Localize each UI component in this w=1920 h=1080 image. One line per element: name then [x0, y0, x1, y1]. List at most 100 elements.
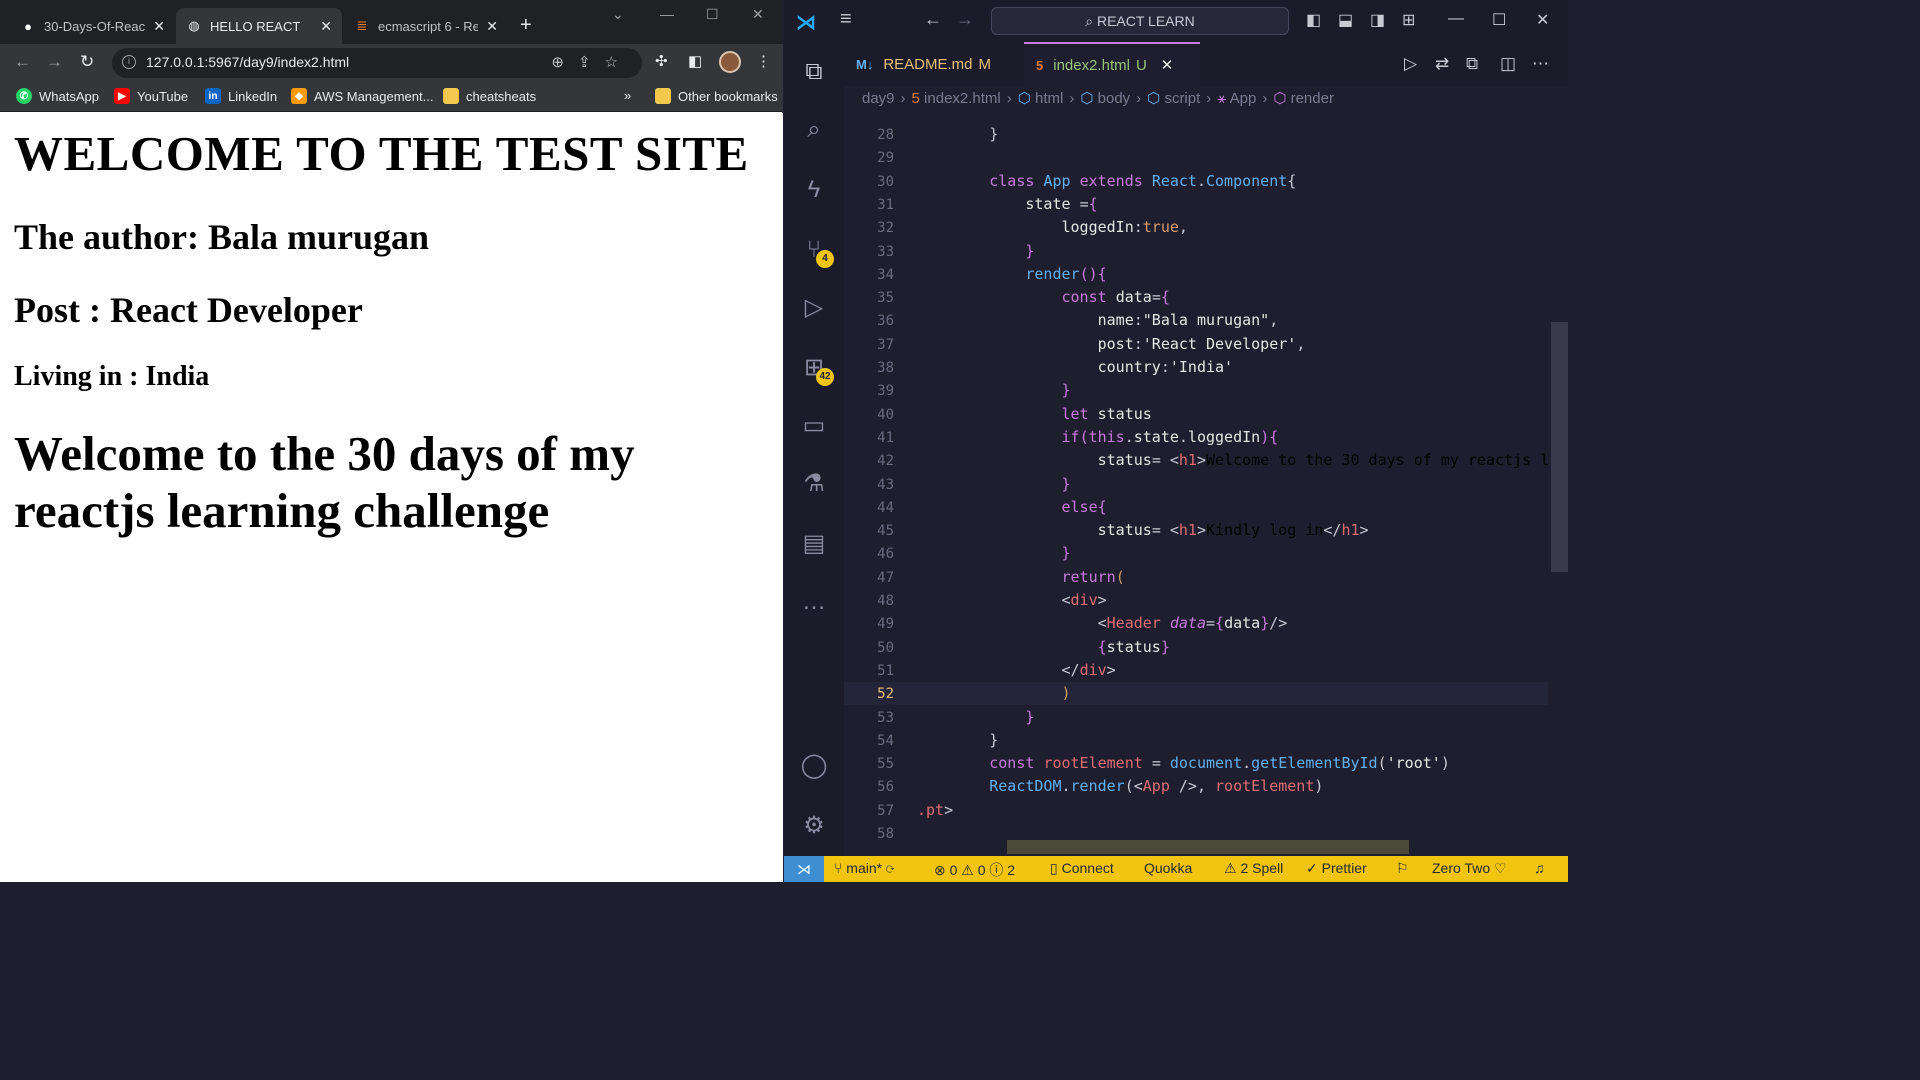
- code-line[interactable]: 34 render(){: [844, 263, 1548, 286]
- code-line[interactable]: 56 ReactDOM.render(<App />, rootElement): [844, 775, 1548, 798]
- toggle-secondary-sidebar-icon[interactable]: ◨: [1370, 10, 1385, 30]
- more-views-icon[interactable]: …: [798, 586, 830, 618]
- breadcrumb-item[interactable]: body: [1098, 90, 1131, 107]
- explorer-icon[interactable]: ⧉: [798, 56, 830, 88]
- breadcrumb-item[interactable]: render: [1291, 90, 1334, 107]
- breadcrumb-item[interactable]: day9: [862, 90, 895, 107]
- code-line[interactable]: 52 ): [844, 682, 1548, 706]
- browser-tab-hello-react[interactable]: ◍ HELLO REACT ✕: [176, 8, 342, 44]
- tab-search-chevron-icon[interactable]: ⌄: [612, 6, 624, 23]
- run-icon[interactable]: ▷: [1404, 54, 1417, 74]
- tab-index2-html[interactable]: 5 index2.html U ✕: [1024, 42, 1200, 86]
- breadcrumb-item[interactable]: html: [1035, 90, 1063, 107]
- theme-status[interactable]: Zero Two ♡: [1432, 860, 1507, 877]
- accounts-icon[interactable]: ◯: [798, 750, 830, 782]
- close-tab-icon[interactable]: ✕: [1161, 56, 1174, 74]
- address-bar[interactable]: i 127.0.0.1:5967/day9/index2.html ⊕⇪☆: [112, 48, 642, 78]
- code-line[interactable]: 46 }: [844, 542, 1548, 565]
- toggle-panel-icon[interactable]: ⬓: [1338, 10, 1353, 30]
- compare-changes-icon[interactable]: ⇄: [1435, 54, 1449, 74]
- zoom-icon[interactable]: ⊕: [551, 54, 578, 71]
- split-editor-icon[interactable]: ◫: [1500, 54, 1516, 74]
- vertical-scrollbar[interactable]: [1551, 322, 1568, 572]
- code-line[interactable]: 32 loggedIn:true,: [844, 216, 1548, 239]
- close-window-icon[interactable]: ✕: [752, 6, 764, 23]
- spell-status[interactable]: ⚠ 2 Spell: [1224, 860, 1283, 877]
- new-tab-plus-icon[interactable]: +: [520, 14, 532, 37]
- breadcrumb-item[interactable]: App: [1230, 90, 1257, 107]
- browser-tab-github[interactable]: ● 30-Days-Of-React/ ✕: [10, 8, 175, 44]
- prettier-status[interactable]: ✓ Prettier: [1306, 860, 1367, 877]
- code-line[interactable]: 31 state ={: [844, 193, 1548, 216]
- bookmark-aws[interactable]: ◆ AWS Management...: [291, 88, 433, 104]
- code-line[interactable]: 40 let status: [844, 403, 1548, 426]
- close-tab-icon[interactable]: ✕: [486, 18, 498, 35]
- open-preview-icon[interactable]: ⧉: [1466, 54, 1478, 74]
- tab-readme[interactable]: M↓ README.md M: [844, 42, 1024, 86]
- more-actions-icon[interactable]: ⋯: [1532, 54, 1549, 74]
- code-line[interactable]: 45 status= <h1>Kindly log in</h1>: [844, 519, 1548, 542]
- run-debug-icon[interactable]: ▷: [798, 292, 830, 324]
- profile-avatar[interactable]: [719, 51, 741, 73]
- code-line[interactable]: 35 const data={: [844, 286, 1548, 309]
- source-control-icon[interactable]: ⑂ 4: [798, 234, 834, 268]
- code-editor[interactable]: 28 } 29 30 class App extends React.Compone…: [844, 112, 1548, 856]
- bookmark-cheatsheats[interactable]: cheatsheats: [443, 88, 536, 104]
- extensions-puzzle-icon[interactable]: ✣: [655, 52, 668, 70]
- bookmark-star-icon[interactable]: ☆: [605, 54, 632, 71]
- lightning-icon[interactable]: ϟ: [798, 174, 830, 206]
- forward-arrow-icon[interactable]: →: [46, 52, 63, 72]
- testing-flask-icon[interactable]: ⚗: [798, 468, 830, 500]
- code-line[interactable]: 38 country:'India': [844, 356, 1548, 379]
- code-line[interactable]: 28 }: [844, 123, 1548, 146]
- minimize-icon[interactable]: —: [660, 6, 674, 22]
- code-line[interactable]: 39 }: [844, 379, 1548, 402]
- back-arrow-icon[interactable]: ←: [924, 9, 942, 30]
- horizontal-scrollbar[interactable]: [1007, 840, 1409, 854]
- code-line[interactable]: 49 <Header data={data}/>: [844, 612, 1548, 635]
- code-line[interactable]: 36 name:"Bala murugan",: [844, 309, 1548, 332]
- close-tab-icon[interactable]: ✕: [153, 18, 165, 35]
- customize-layout-icon[interactable]: ⊞: [1402, 10, 1415, 30]
- close-tab-icon[interactable]: ✕: [320, 18, 332, 35]
- notifications-bell-icon[interactable]: ♫: [1534, 860, 1545, 876]
- code-line[interactable]: 43 }: [844, 473, 1548, 496]
- code-line[interactable]: 57 .pt>: [844, 799, 1548, 822]
- bookmarks-overflow-chevron[interactable]: »: [624, 88, 631, 103]
- code-line[interactable]: 44 else{: [844, 496, 1548, 519]
- bookmark-whatsapp[interactable]: ✆ WhatsApp: [16, 88, 99, 104]
- side-panel-icon[interactable]: ◧: [688, 52, 702, 70]
- code-line[interactable]: 30 class App extends React.Component{: [844, 170, 1548, 193]
- quokka-status[interactable]: Quokka: [1144, 860, 1192, 876]
- live-share-icon[interactable]: ⚐: [1396, 860, 1409, 877]
- chrome-menu-icon[interactable]: ⋮: [756, 52, 771, 70]
- code-line[interactable]: 33 }: [844, 240, 1548, 263]
- close-window-icon[interactable]: ✕: [1536, 10, 1549, 30]
- code-line[interactable]: 37 post:'React Developer',: [844, 333, 1548, 356]
- maximize-icon[interactable]: ☐: [1492, 10, 1506, 30]
- toggle-primary-sidebar-icon[interactable]: ◧: [1306, 10, 1321, 30]
- code-line[interactable]: 54 }: [844, 729, 1548, 752]
- code-line[interactable]: 29: [844, 146, 1548, 169]
- breadcrumb-item[interactable]: script: [1164, 90, 1200, 107]
- bookmark-youtube[interactable]: ▶ YouTube: [114, 88, 188, 104]
- hamburger-menu-icon[interactable]: ≡: [840, 8, 852, 31]
- breadcrumb-item[interactable]: index2.html: [924, 90, 1001, 107]
- branch-status[interactable]: ⑂ main* ⟳: [834, 860, 894, 876]
- forward-arrow-icon[interactable]: →: [956, 9, 974, 30]
- share-icon[interactable]: ⇪: [578, 54, 605, 71]
- code-line[interactable]: 51 </div>: [844, 659, 1548, 682]
- reload-icon[interactable]: ↻: [80, 52, 94, 72]
- code-line[interactable]: 47 return(: [844, 566, 1548, 589]
- bookmark-other[interactable]: Other bookmarks: [655, 88, 778, 104]
- browser-tab-ecmascript[interactable]: ≣ ecmascript 6 - Rea ✕: [344, 8, 508, 44]
- site-info-icon[interactable]: i: [122, 55, 136, 69]
- code-line[interactable]: 48 <div>: [844, 589, 1548, 612]
- code-line[interactable]: 50 {status}: [844, 636, 1548, 659]
- maximize-icon[interactable]: ☐: [706, 6, 719, 23]
- command-center-search[interactable]: ⌕ REACT LEARN: [991, 7, 1289, 35]
- minimize-icon[interactable]: —: [1448, 10, 1464, 28]
- search-icon[interactable]: ⌕: [798, 114, 830, 146]
- notebook-icon[interactable]: ▤: [798, 528, 830, 560]
- code-line[interactable]: 41 if(this.state.loggedIn){: [844, 426, 1548, 449]
